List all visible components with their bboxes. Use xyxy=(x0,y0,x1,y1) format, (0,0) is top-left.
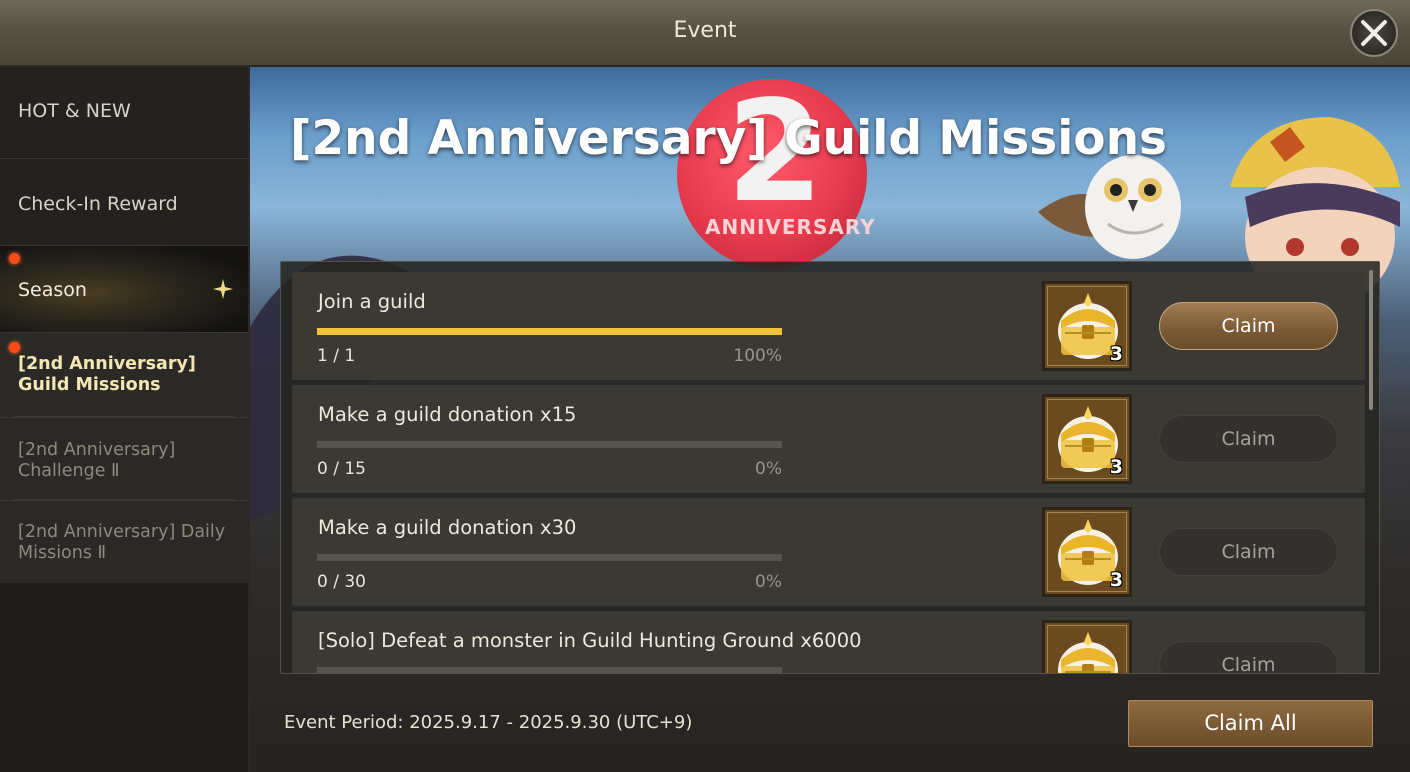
notification-dot xyxy=(9,342,20,353)
reward-quantity: 3 xyxy=(1109,343,1123,365)
reward-quantity: 3 xyxy=(1109,569,1123,591)
reward-item[interactable] xyxy=(1042,620,1132,673)
mission-percent: 0% xyxy=(755,459,782,479)
mission-row: [Solo] Defeat a monster in Guild Hunting… xyxy=(292,611,1365,673)
progress-bar xyxy=(317,328,782,335)
mission-count: 0 / 30 xyxy=(317,572,366,592)
progress-bar xyxy=(317,441,782,448)
claim-all-button[interactable]: Claim All xyxy=(1128,700,1373,747)
sidebar-subitem-label: [2nd Anniversary] Challenge Ⅱ xyxy=(18,440,176,481)
progress-bar xyxy=(317,667,782,673)
anniversary-emblem-text: ANNIVERSARY xyxy=(705,215,876,239)
sidebar-subitem-guild-missions[interactable]: [2nd Anniversary] Guild Missions xyxy=(0,333,248,417)
reward-item[interactable]: 3 xyxy=(1042,507,1132,597)
sidebar-item-label: Check-In Reward xyxy=(18,193,178,215)
claim-button[interactable]: Claim xyxy=(1159,415,1338,463)
reward-quantity: 3 xyxy=(1109,456,1123,478)
sidebar-subitem-label: [2nd Anniversary] Daily Missions Ⅱ xyxy=(18,522,226,563)
sidebar-item-label: Season xyxy=(18,279,87,301)
mission-name: Join a guild xyxy=(318,290,426,313)
close-icon xyxy=(1361,20,1387,46)
event-title: [2nd Anniversary] Guild Missions xyxy=(290,111,1168,166)
season-sub-list: [2nd Anniversary] Guild Missions [2nd An… xyxy=(0,333,248,583)
sidebar-item-season[interactable]: Season xyxy=(0,246,248,333)
claim-button[interactable]: Claim xyxy=(1159,528,1338,576)
mission-row: Make a guild donation x15 0 / 15 0% 3 Cl… xyxy=(292,385,1365,493)
sidebar-item-hot-new[interactable]: HOT & NEW xyxy=(0,67,248,159)
mission-percent: 0% xyxy=(755,572,782,592)
event-period: Event Period: 2025.9.17 - 2025.9.30 (UTC… xyxy=(284,712,693,733)
claim-button[interactable]: Claim xyxy=(1159,302,1338,350)
sidebar-item-label: HOT & NEW xyxy=(18,100,131,122)
claim-button[interactable]: Claim xyxy=(1159,641,1338,673)
sidebar-subitem-label: [2nd Anniversary] Guild Missions xyxy=(18,354,196,395)
sidebar-subitem-challenge-2[interactable]: [2nd Anniversary] Challenge Ⅱ xyxy=(0,417,248,500)
mission-row: Make a guild donation x30 0 / 30 0% 3 Cl… xyxy=(292,498,1365,606)
reward-item[interactable]: 3 xyxy=(1042,281,1132,371)
progress-fill xyxy=(317,328,782,335)
mission-row: Join a guild 1 / 1 100% 3 Claim xyxy=(292,272,1365,380)
sidebar-subitem-daily-missions-2[interactable]: [2nd Anniversary] Daily Missions Ⅱ xyxy=(0,500,248,583)
event-sidebar: HOT & NEW Check-In Reward Season [2nd An… xyxy=(0,67,250,772)
event-main: 2 ANNIVERSARY [2nd Anniversary] Guild Mi… xyxy=(250,67,1410,772)
treasure-chest-icon xyxy=(1058,632,1118,673)
mission-name: Make a guild donation x30 xyxy=(318,516,577,539)
mission-count: 0 / 15 xyxy=(317,459,366,479)
close-button[interactable] xyxy=(1350,9,1398,57)
header-bar: Event xyxy=(0,0,1410,67)
notification-dot xyxy=(9,253,20,264)
mission-count: 1 / 1 xyxy=(317,346,356,366)
header-title: Event xyxy=(673,18,737,43)
sidebar-item-check-in-reward[interactable]: Check-In Reward xyxy=(0,159,248,246)
reward-item[interactable]: 3 xyxy=(1042,394,1132,484)
mission-percent: 100% xyxy=(733,346,782,366)
mission-name: Make a guild donation x15 xyxy=(318,403,577,426)
progress-bar xyxy=(317,554,782,561)
scrollbar[interactable] xyxy=(1369,270,1373,410)
mission-list[interactable]: Join a guild 1 / 1 100% 3 Claim Make a g… xyxy=(280,261,1380,674)
star-icon xyxy=(213,279,233,299)
mission-name: [Solo] Defeat a monster in Guild Hunting… xyxy=(318,629,862,652)
